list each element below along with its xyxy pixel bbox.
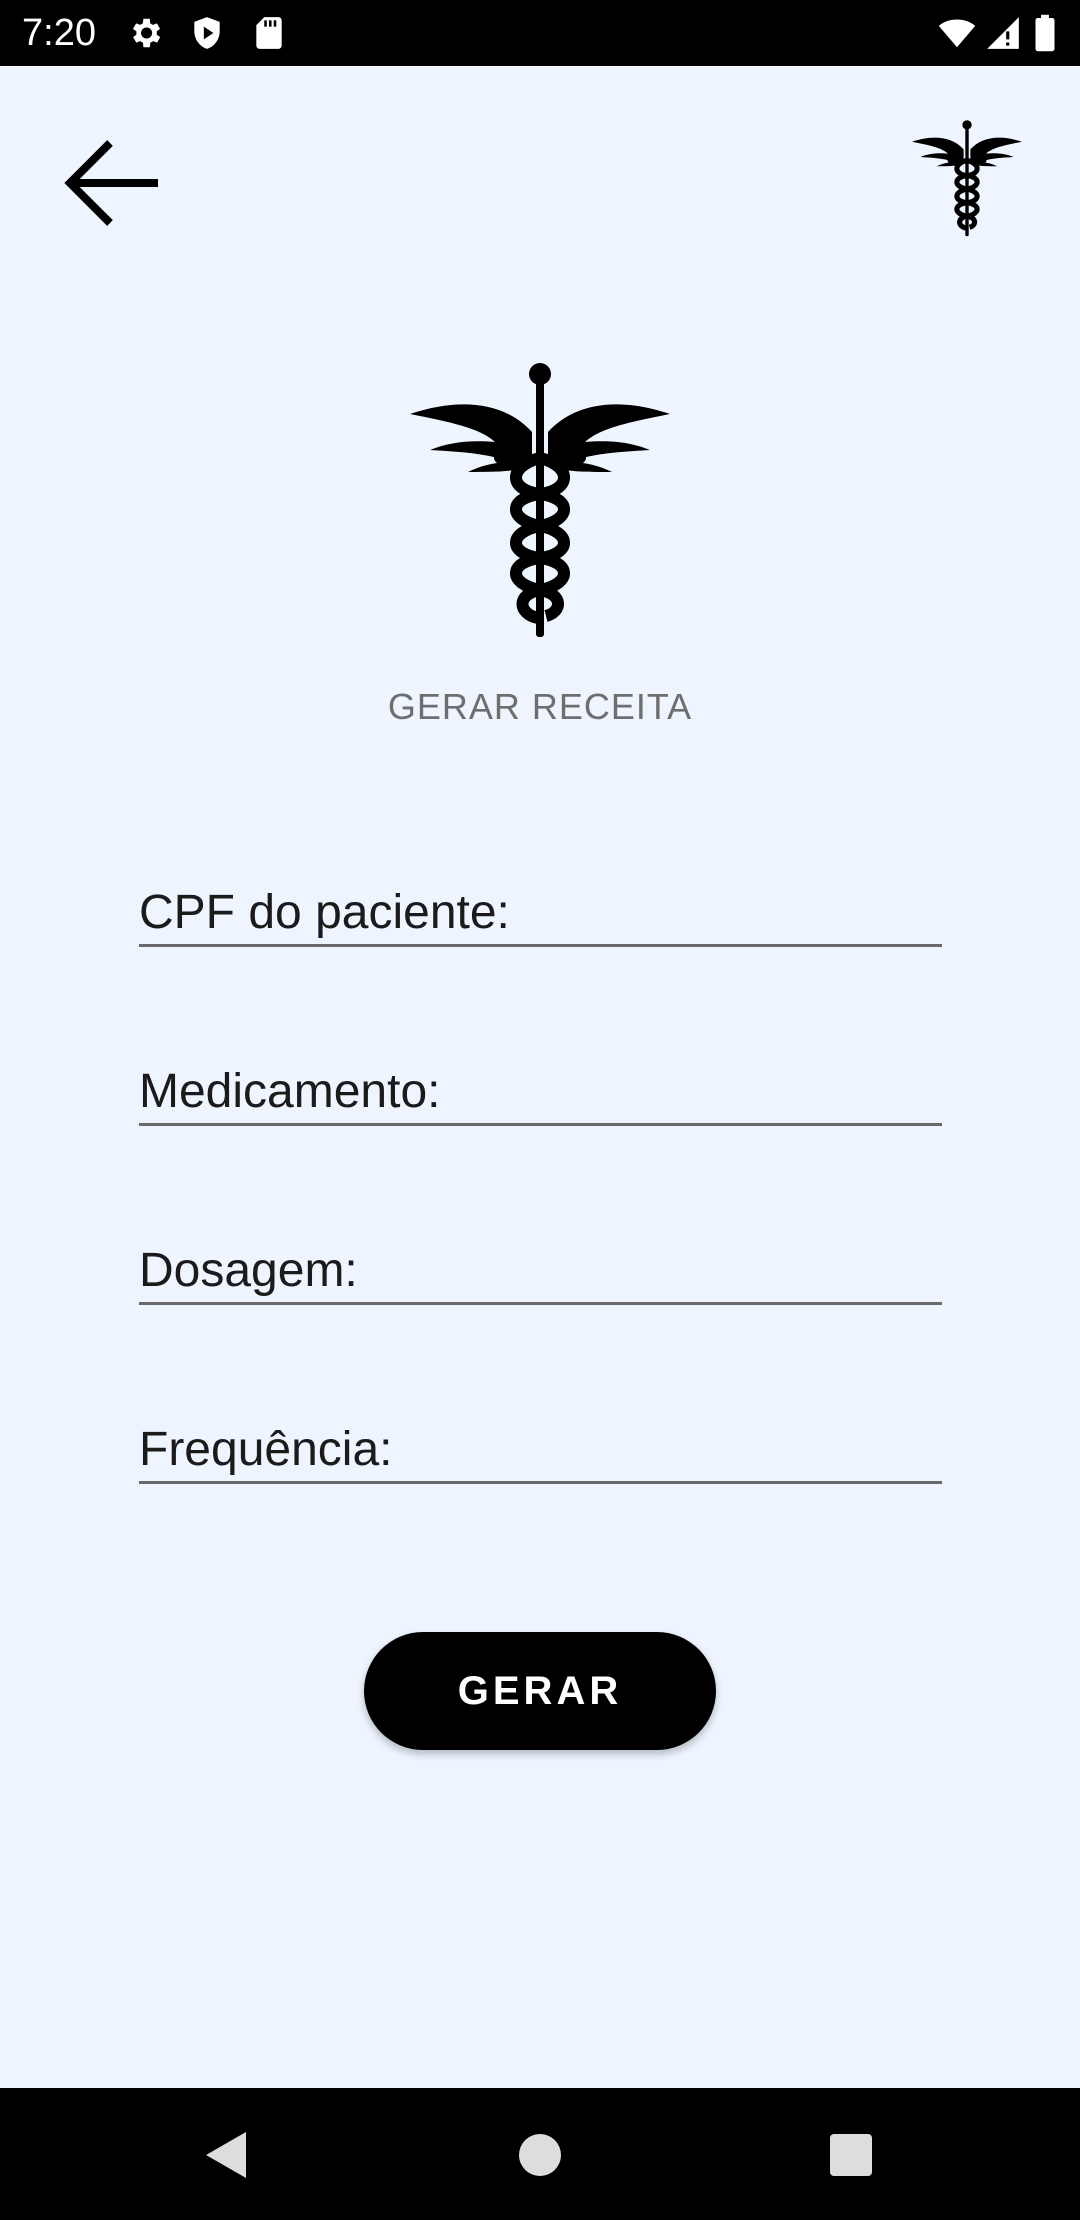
medicamento-field[interactable] xyxy=(139,1053,942,1126)
home-circle-icon[interactable] xyxy=(513,2128,567,2182)
settings-icon xyxy=(126,14,164,52)
page-title: GERAR RECEITA xyxy=(387,686,693,727)
dosagem-field[interactable] xyxy=(139,1232,942,1305)
cpf-input[interactable] xyxy=(139,885,942,940)
status-time: 7:20 xyxy=(22,12,96,54)
recents-square-icon[interactable] xyxy=(824,2128,878,2182)
shield-icon xyxy=(188,14,226,52)
status-bar: 7:20 xyxy=(0,0,1080,66)
caduceus-icon xyxy=(912,118,1022,240)
dosagem-input[interactable] xyxy=(139,1243,942,1298)
signal-icon xyxy=(984,14,1022,52)
caduceus-icon xyxy=(410,362,670,642)
wifi-icon xyxy=(936,14,978,52)
battery-icon xyxy=(1030,14,1060,52)
frequencia-field[interactable] xyxy=(139,1411,942,1484)
sd-card-icon xyxy=(250,14,288,52)
back-button[interactable] xyxy=(58,128,168,238)
app-screen: GERAR RECEITA GERAR xyxy=(0,66,1080,2088)
frequencia-input[interactable] xyxy=(139,1422,942,1477)
cpf-field[interactable] xyxy=(139,874,942,947)
medicamento-input[interactable] xyxy=(139,1064,942,1119)
arrow-left-icon xyxy=(58,128,168,238)
navigation-bar xyxy=(0,2088,1080,2220)
gerar-button-label: GERAR xyxy=(457,1668,623,1713)
gerar-button[interactable]: GERAR xyxy=(364,1632,716,1750)
back-triangle-icon[interactable] xyxy=(200,2128,254,2182)
